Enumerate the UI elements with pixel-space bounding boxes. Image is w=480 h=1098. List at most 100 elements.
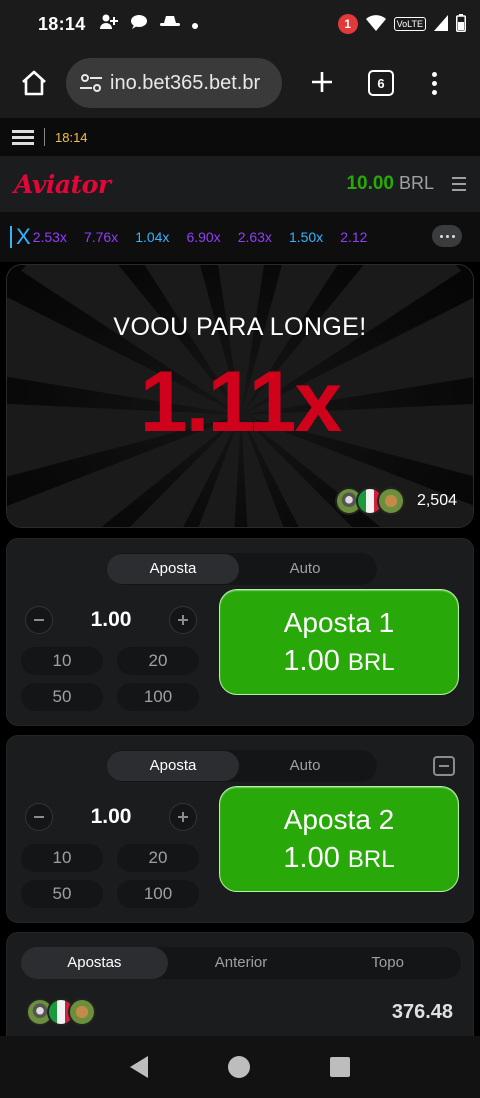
quick-amount-button[interactable]: 50 xyxy=(21,880,103,908)
quick-amount-grid: 10 20 50 100 xyxy=(21,647,201,711)
place-bet-amount-line: 1.00 BRL xyxy=(283,645,394,678)
history-x-icon: X xyxy=(16,224,31,249)
game-stage: VOOU PARA LONGE! 1.11x 2,504 xyxy=(6,264,474,528)
history-item: 2.53x xyxy=(32,229,67,245)
remove-bet-panel-button[interactable] xyxy=(433,756,455,776)
history-more-button[interactable] xyxy=(432,225,462,247)
bet-panel-2: Aposta Auto 1.00 10 20 50 100 Aposta 2 1… xyxy=(6,735,474,923)
place-bet-amount: 1.00 xyxy=(283,644,340,677)
place-bet-amount: 1.00 xyxy=(283,841,340,874)
notification-badge: 1 xyxy=(337,14,358,34)
history-item: 2.12 xyxy=(340,229,368,245)
history-item: 1.50x xyxy=(288,229,324,245)
history-item: 6.90x xyxy=(186,229,221,245)
tab-bet[interactable]: Aposta xyxy=(107,554,239,584)
place-bet-button-1[interactable]: Aposta 1 1.00 BRL xyxy=(219,589,459,695)
history-item: 1.04x xyxy=(135,229,170,245)
aviator-logo: Aviator xyxy=(14,169,111,199)
increase-stake-button[interactable] xyxy=(169,803,197,831)
android-status-bar: 18:14 1 VoLTE xyxy=(0,0,480,48)
divider xyxy=(44,128,45,146)
balance-currency: BRL xyxy=(398,173,434,193)
battery-icon xyxy=(456,13,466,35)
avatar xyxy=(68,998,96,1026)
game-header: Aviator 10.00 BRL xyxy=(0,156,480,212)
place-bet-button-2[interactable]: Aposta 2 1.00 BRL xyxy=(219,786,459,892)
site-top-strip: 18:14 xyxy=(0,118,480,156)
site-settings-icon xyxy=(80,74,102,92)
home-circle-icon[interactable] xyxy=(228,1056,250,1078)
players-count: 2,504 xyxy=(416,492,457,509)
stake-input[interactable]: 1.00 xyxy=(91,805,132,829)
stake-input[interactable]: 1.00 xyxy=(91,608,132,632)
decrease-stake-button[interactable] xyxy=(25,803,53,831)
quick-amount-button[interactable]: 100 xyxy=(117,880,199,908)
total-bets-amount: 376.48 xyxy=(391,1000,453,1023)
new-tab-button[interactable] xyxy=(304,64,340,103)
place-bet-title: Aposta 2 xyxy=(283,803,395,835)
online-players: 2,504 xyxy=(334,487,457,515)
address-bar[interactable]: ino.bet365.bet.br xyxy=(66,58,282,108)
increase-stake-button[interactable] xyxy=(169,606,197,634)
plus-icon xyxy=(178,615,188,625)
more-dot-icon xyxy=(432,89,437,95)
bet-panel-1: Aposta Auto 1.00 10 20 50 100 Aposta 1 1… xyxy=(6,538,474,726)
place-bet-amount-line: 1.00 BRL xyxy=(283,842,394,875)
tab-previous[interactable]: Anterior xyxy=(168,947,315,979)
bets-list-tabs: Apostas Anterior Topo xyxy=(21,947,461,979)
history-item: 7.76x xyxy=(83,229,119,245)
incognito-hat-icon xyxy=(159,15,180,33)
more-dot-icon xyxy=(432,80,437,86)
multiplier-history: X 2.53x 7.76x 1.04x 6.90x 2.63x 1.50x 2.… xyxy=(0,212,480,262)
back-icon[interactable] xyxy=(130,1056,148,1078)
player-avatars xyxy=(334,487,405,515)
quick-amount-button[interactable]: 20 xyxy=(117,844,199,872)
person-add-icon xyxy=(99,14,118,34)
quick-amount-button[interactable]: 10 xyxy=(21,844,103,872)
tab-bet[interactable]: Aposta xyxy=(107,751,239,781)
bets-summary-row: 376.48 xyxy=(26,995,453,1029)
place-bet-currency: BRL xyxy=(347,845,395,873)
tab-auto[interactable]: Auto xyxy=(239,751,371,781)
minus-icon xyxy=(34,619,44,621)
stake-stepper: 1.00 xyxy=(21,802,201,832)
bet-mode-tabs: Aposta Auto xyxy=(107,750,377,782)
quick-amount-button[interactable]: 10 xyxy=(21,647,103,675)
stake-stepper: 1.00 xyxy=(21,605,201,635)
plus-icon xyxy=(178,812,188,822)
place-bet-title: Aposta 1 xyxy=(283,606,395,638)
quick-amount-button[interactable]: 20 xyxy=(117,647,199,675)
avatar xyxy=(376,487,405,515)
chat-bubble-icon xyxy=(130,14,148,34)
quick-amount-button[interactable]: 50 xyxy=(21,683,103,711)
status-notification-icons xyxy=(99,14,198,34)
plus-icon xyxy=(312,71,332,92)
tab-switcher-button[interactable]: 6 xyxy=(368,70,394,96)
decrease-stake-button[interactable] xyxy=(25,606,53,634)
url-text: ino.bet365.bet.br xyxy=(110,71,261,94)
signal-icon xyxy=(434,14,448,34)
android-nav-bar xyxy=(0,1036,480,1098)
crash-multiplier: 1.11x xyxy=(139,354,342,450)
history-bar-icon xyxy=(10,226,12,248)
player-avatars xyxy=(26,998,96,1026)
round-status-text: VOOU PARA LONGE! xyxy=(113,313,367,341)
balance: 10.00 BRL xyxy=(346,173,434,195)
volte-badge: VoLTE xyxy=(393,17,426,31)
browser-toolbar: ino.bet365.bet.br 6 xyxy=(0,48,480,118)
game-menu-icon[interactable] xyxy=(452,177,466,191)
minus-icon xyxy=(34,816,44,818)
quick-amount-button[interactable]: 100 xyxy=(117,683,199,711)
tab-all-bets[interactable]: Apostas xyxy=(21,947,168,979)
site-menu-icon[interactable] xyxy=(12,129,34,145)
tab-top[interactable]: Topo xyxy=(314,947,461,979)
tab-auto[interactable]: Auto xyxy=(239,554,371,584)
history-item: 2.63x xyxy=(237,229,272,245)
browser-menu-button[interactable] xyxy=(432,71,437,95)
recent-apps-icon[interactable] xyxy=(330,1057,350,1077)
stake-controls: 1.00 10 20 50 100 xyxy=(21,802,201,914)
balance-amount: 10.00 xyxy=(346,173,394,194)
minus-icon xyxy=(439,765,449,767)
browser-home-button[interactable] xyxy=(14,63,54,103)
status-system-icons: 1 VoLTE xyxy=(337,13,466,35)
